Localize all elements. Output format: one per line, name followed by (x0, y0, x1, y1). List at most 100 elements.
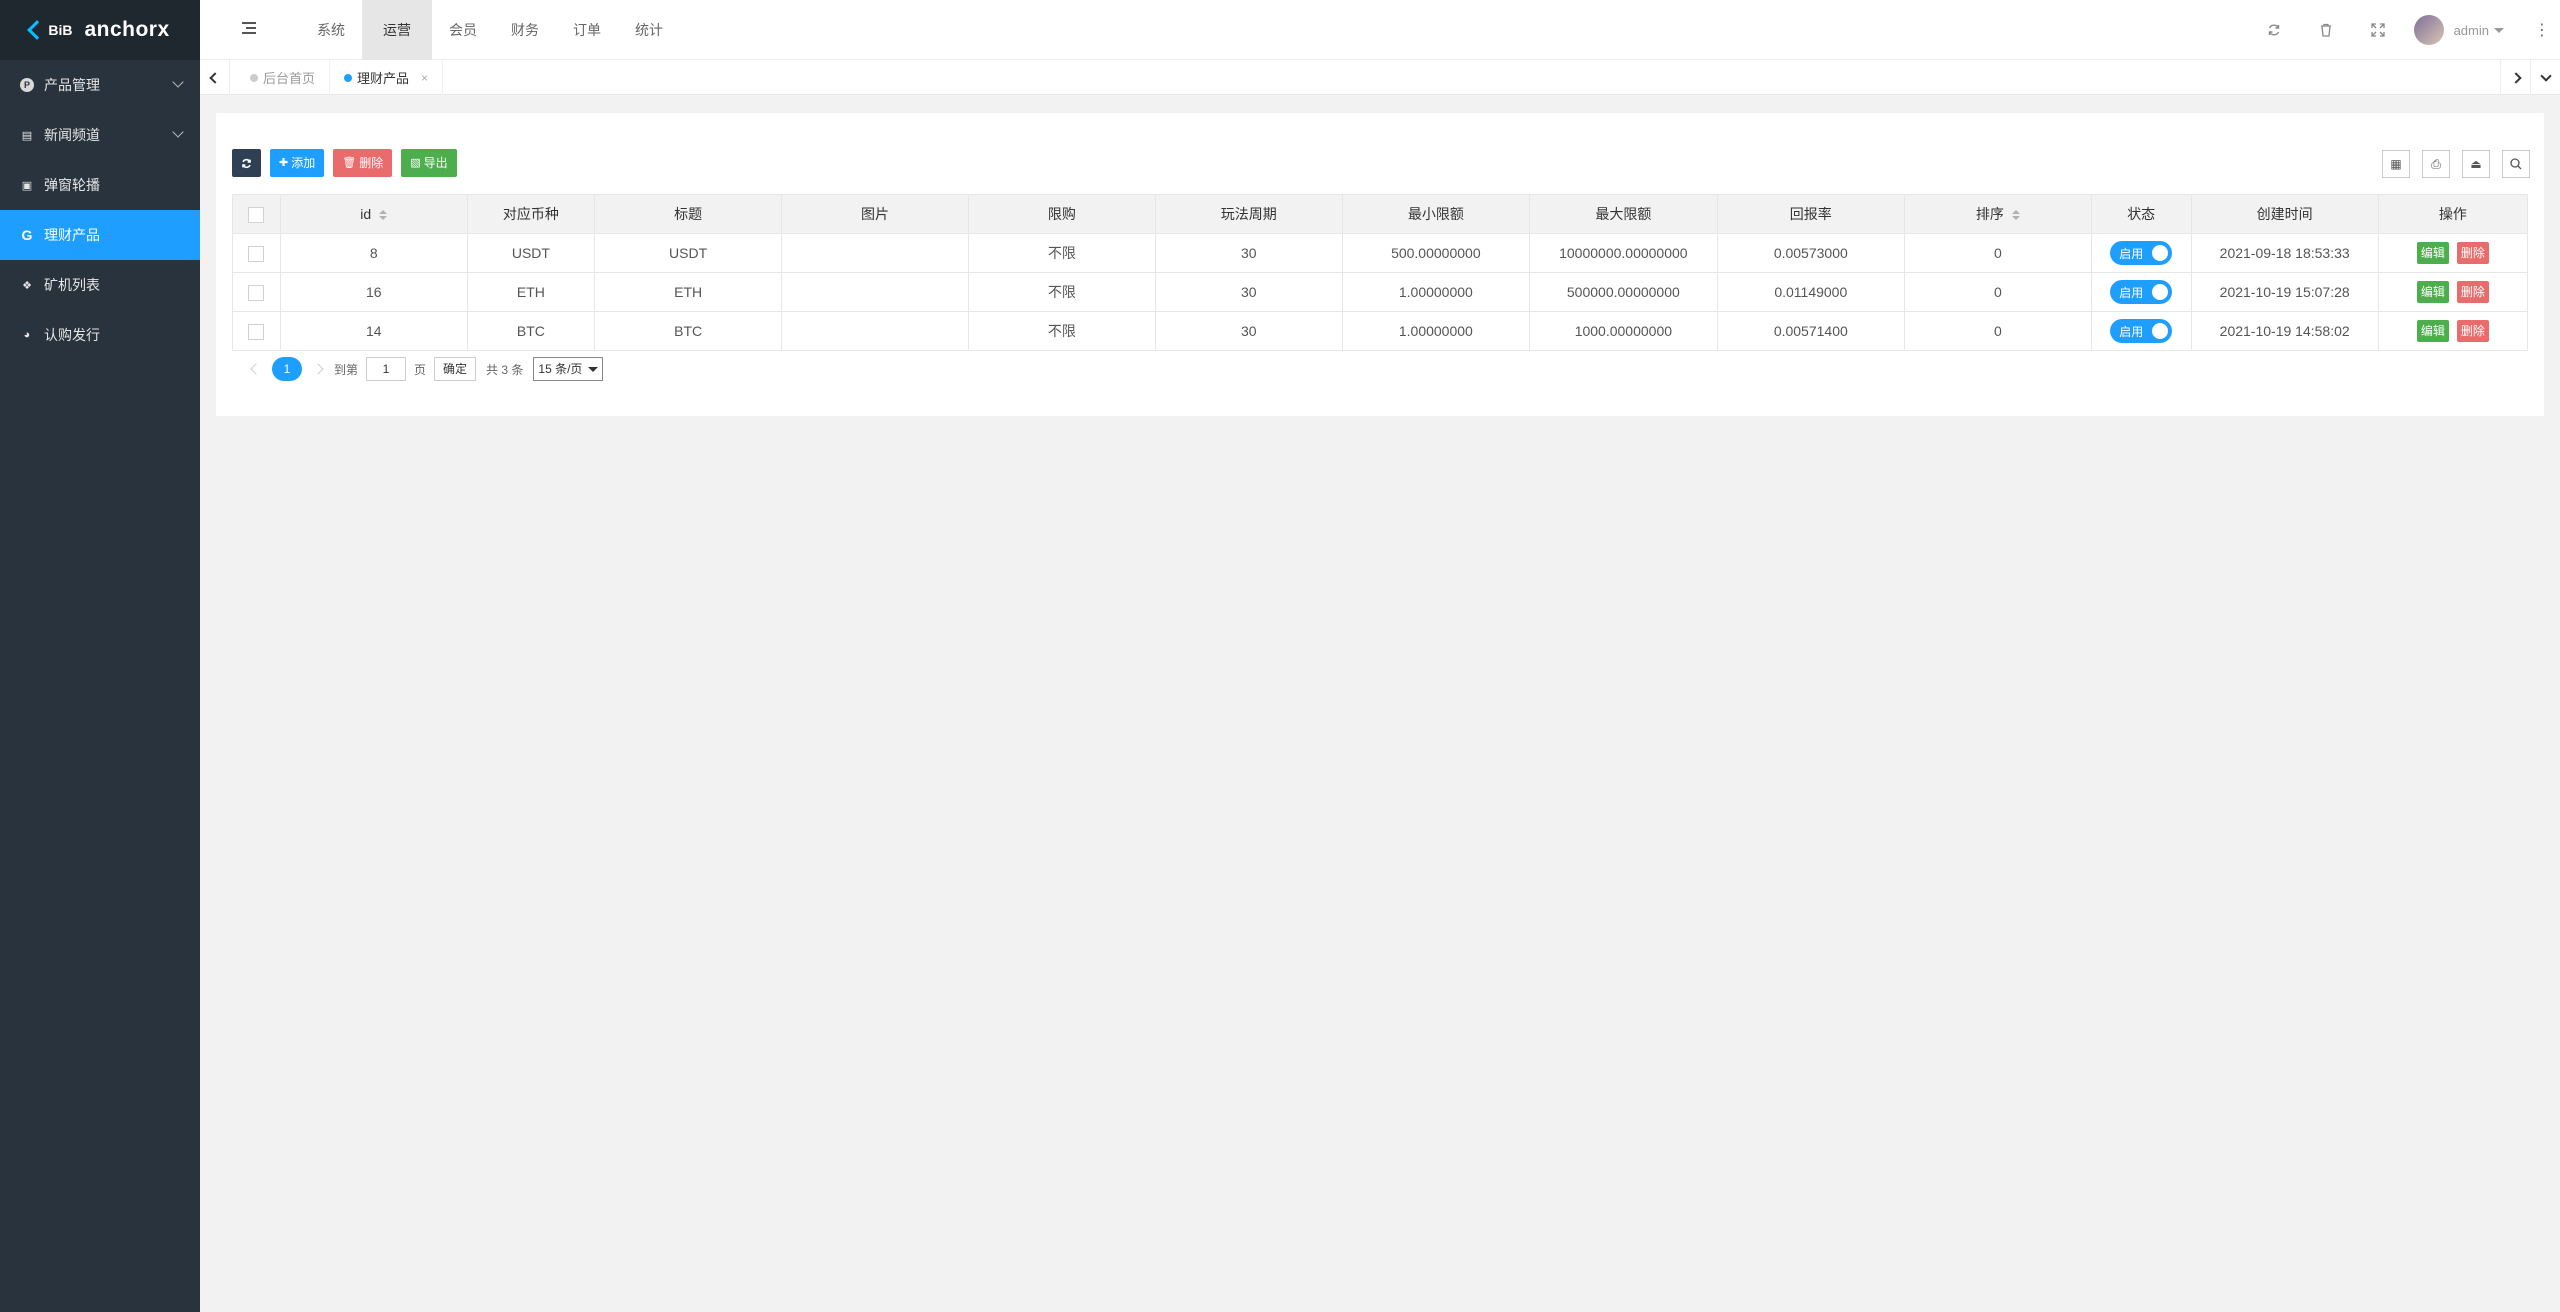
next-page-icon[interactable] (312, 363, 324, 375)
cell-status: 启用 (2090, 272, 2192, 312)
sort-icon[interactable] (379, 210, 388, 221)
tab-finance[interactable]: 财务 (494, 0, 556, 60)
table-tools: ▦ ⎙ ⏏ (2370, 150, 2530, 178)
cell-max: 10000000.00000000 (1529, 233, 1718, 273)
sidebar-item-miner-list[interactable]: ❖ 矿机列表 (0, 260, 200, 310)
tabstrip-prev-icon[interactable] (200, 60, 230, 95)
col-sort[interactable]: 排序 (1903, 194, 2092, 234)
sort-icon[interactable] (2011, 210, 2020, 221)
caret-down-icon (2494, 27, 2504, 33)
sidebar-item-wealth-products[interactable]: G 理财产品 (0, 210, 200, 260)
cell-cycle: 30 (1154, 272, 1343, 312)
row-checkbox[interactable] (248, 284, 265, 301)
menu-toggle-icon[interactable] (242, 22, 256, 36)
cell-coin: BTC (466, 311, 596, 351)
col-rate: 回报率 (1716, 194, 1905, 234)
row-checkbox[interactable] (248, 245, 265, 262)
cell-status: 启用 (2090, 233, 2192, 273)
search-icon[interactable] (2502, 150, 2530, 178)
toggle-knob (2152, 323, 2169, 339)
tab-orders[interactable]: 订单 (556, 0, 618, 60)
sidebar-item-news-channel[interactable]: ▤ 新闻频道 (0, 110, 200, 160)
edit-button[interactable]: 编辑 (2416, 242, 2449, 264)
page-tab-home[interactable]: 后台首页 (236, 60, 331, 95)
close-icon[interactable]: × (421, 71, 428, 85)
image-icon: ▣ (21, 179, 33, 192)
col-label: 排序 (1975, 206, 2004, 222)
row-delete-button[interactable]: 删除 (2456, 242, 2489, 264)
select-all-checkbox[interactable] (248, 206, 265, 223)
export-button[interactable]: ▧ 导出 (401, 149, 457, 177)
row-checkbox[interactable] (248, 323, 265, 340)
pie-chart-icon: ◕ (23, 329, 31, 341)
cell-id: 16 (279, 272, 468, 312)
cell-title: USDT (594, 233, 783, 273)
goto-label: 到第 (334, 362, 359, 377)
tabstrip-dropdown-icon[interactable] (2530, 60, 2560, 95)
cell-sort: 0 (1903, 272, 2092, 312)
goto-page-input[interactable]: 1 (366, 357, 407, 381)
sidebar-item-subscription[interactable]: ◕ 认购发行 (0, 310, 200, 360)
delete-button-label: 删除 (359, 156, 384, 170)
row-delete-button[interactable]: 删除 (2456, 281, 2489, 303)
col-min: 最小限额 (1341, 194, 1531, 234)
tabstrip-next-icon[interactable] (2500, 60, 2530, 95)
row-select-cell (232, 233, 281, 273)
fullscreen-icon[interactable] (2352, 0, 2404, 60)
edit-button[interactable]: 编辑 (2416, 281, 2449, 303)
cell-rate: 0.00571400 (1716, 311, 1905, 351)
delete-button[interactable]: 🗑 删除 (333, 149, 393, 177)
sidebar-item-label: 弹窗轮播 (44, 177, 100, 193)
col-limit: 限购 (967, 194, 1156, 234)
status-toggle[interactable]: 启用 (2110, 280, 2173, 304)
user-menu[interactable]: admin (2413, 15, 2504, 45)
logo-diamond-icon (27, 20, 48, 40)
cell-actions: 编辑 删除 (2377, 233, 2529, 273)
tab-system[interactable]: 系统 (300, 0, 362, 60)
cubes-icon: ❖ (22, 279, 32, 292)
refresh-button[interactable] (232, 149, 261, 177)
row-delete-button[interactable]: 删除 (2456, 320, 2489, 342)
tab-statistics[interactable]: 统计 (618, 0, 680, 60)
cell-title: BTC (594, 311, 783, 351)
top-nav: 系统 运营 会员 财务 订单 统计 (300, 0, 680, 60)
cell-rate: 0.01149000 (1716, 272, 1905, 312)
sidebar-item-product-management[interactable]: P 产品管理 (0, 60, 200, 110)
trash-icon[interactable] (2300, 0, 2352, 60)
refresh-icon[interactable] (2248, 0, 2300, 60)
sidebar-item-label: 认购发行 (44, 327, 100, 343)
goto-confirm-button[interactable]: 确定 (434, 357, 477, 381)
cell-coin: USDT (466, 233, 596, 273)
columns-icon[interactable]: ▦ (2382, 150, 2410, 178)
status-toggle-label: 启用 (2119, 324, 2144, 339)
content-card: ✚ 添加 🗑 删除 ▧ 导出 ▦ ⎙ ⏏ id 对应币种 标题 图片 限购 玩法周期 … (216, 113, 2544, 416)
page-size-select[interactable]: 15 条/页 (533, 357, 604, 381)
tab-members[interactable]: 会员 (432, 0, 494, 60)
export-icon[interactable]: ⏏ (2462, 150, 2490, 178)
current-page[interactable]: 1 (272, 357, 302, 381)
add-button[interactable]: ✚ 添加 (270, 149, 325, 177)
page-tab-label: 后台首页 (263, 71, 316, 86)
col-id[interactable]: id (279, 194, 468, 234)
logo[interactable]: BiB anchorx (0, 0, 200, 60)
cell-actions: 编辑 删除 (2377, 311, 2529, 351)
more-vertical-icon[interactable]: ⋮ (2534, 20, 2550, 40)
page-tab-wealth-products[interactable]: 理财产品 × (330, 60, 444, 95)
cell-status: 启用 (2090, 311, 2192, 351)
sidebar-item-label: 矿机列表 (44, 277, 100, 293)
cell-cycle: 30 (1154, 233, 1343, 273)
header: 系统 运营 会员 财务 订单 统计 admin ⋮ (200, 0, 2560, 60)
prev-page-icon[interactable] (250, 363, 262, 375)
print-icon[interactable]: ⎙ (2422, 150, 2450, 178)
status-toggle[interactable]: 启用 (2110, 319, 2173, 343)
status-toggle[interactable]: 启用 (2110, 241, 2173, 265)
cell-max: 1000.00000000 (1529, 311, 1718, 351)
page-tabs: 后台首页 理财产品 × (236, 60, 444, 95)
edit-button[interactable]: 编辑 (2416, 320, 2449, 342)
tab-operations[interactable]: 运营 (362, 0, 432, 60)
cell-created: 2021-10-19 14:58:02 (2190, 311, 2379, 351)
logo-text: anchorx (84, 18, 170, 41)
sidebar-item-popup-carousel[interactable]: ▣ 弹窗轮播 (0, 160, 200, 210)
file-export-icon: ▧ (410, 157, 421, 169)
col-created: 创建时间 (2190, 194, 2379, 234)
